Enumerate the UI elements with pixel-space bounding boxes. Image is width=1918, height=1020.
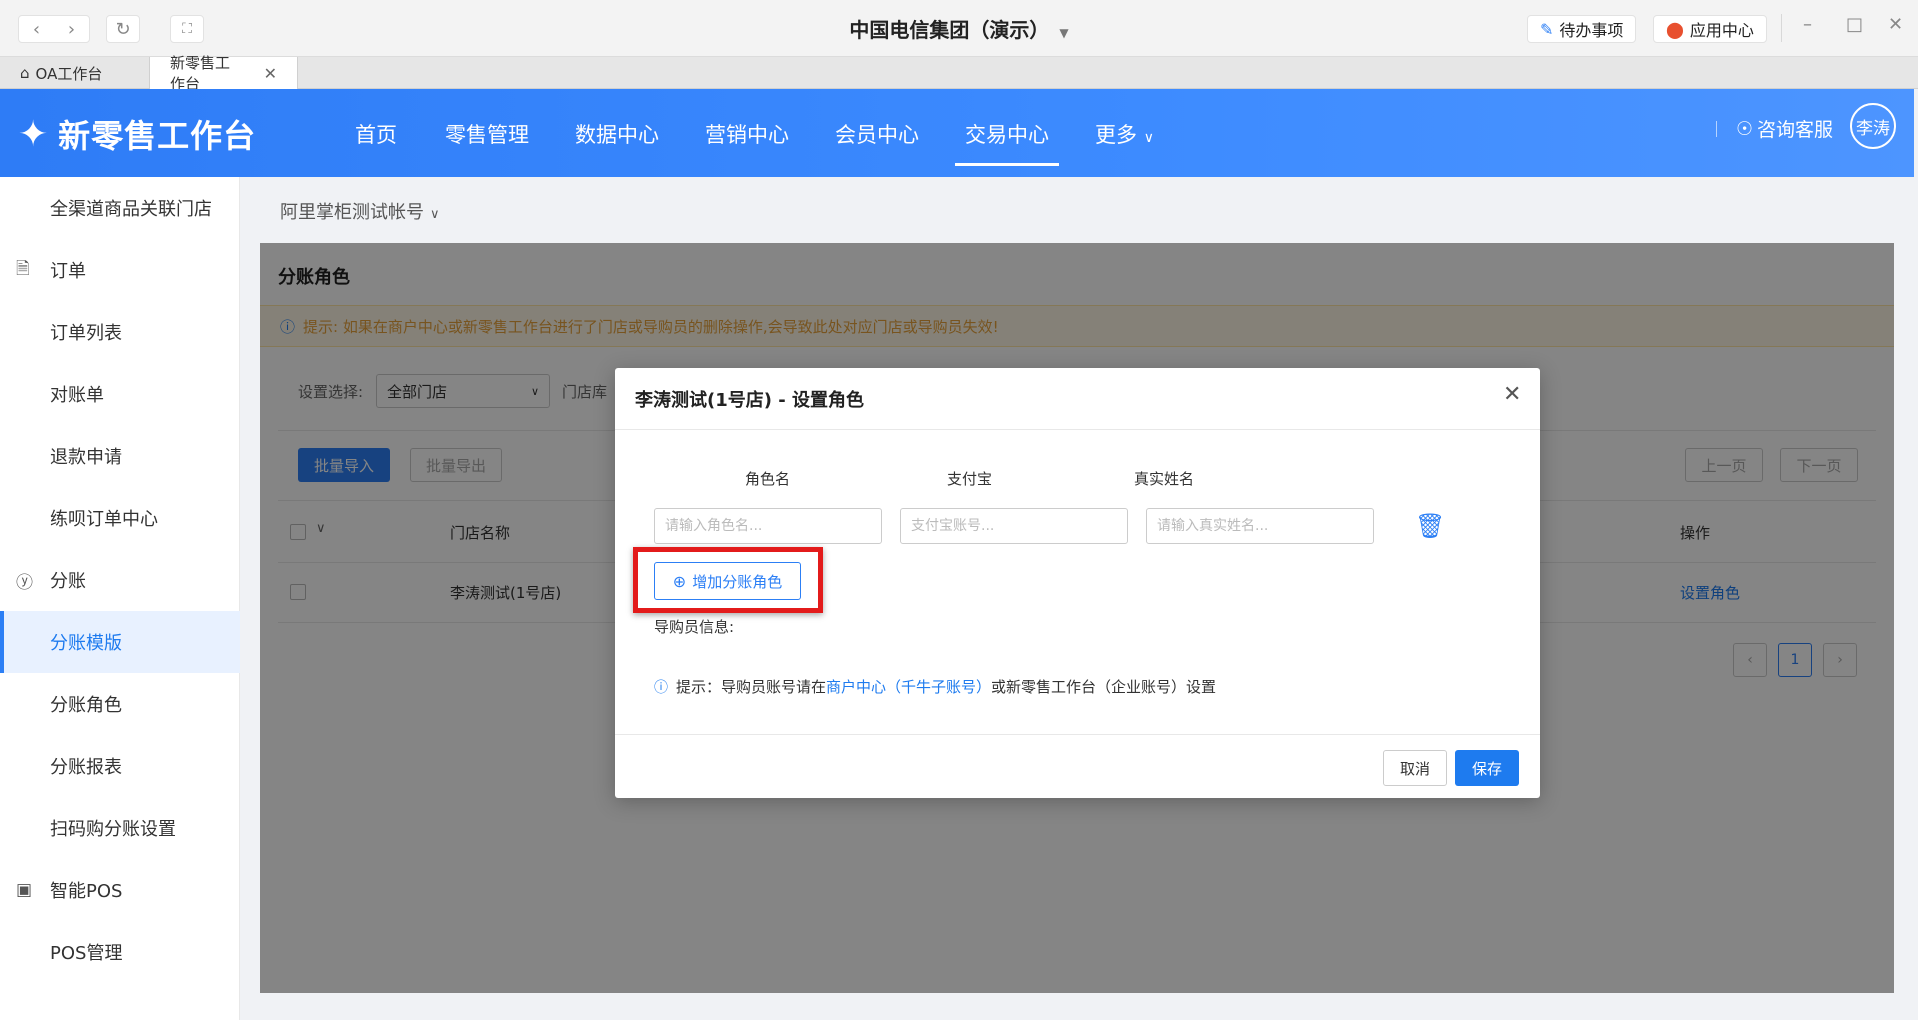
tab-bar: ⌂ OA工作台 新零售工作台 ✕	[0, 54, 1918, 93]
tab-label: OA工作台	[35, 64, 103, 83]
sidebar-item-label: 扫码购分账设置	[50, 819, 176, 840]
sidebar-item-label: 全渠道商品关联门店	[50, 199, 212, 220]
sidebar-item-label: 对账单	[50, 385, 104, 406]
guide-info-label: 导购员信息:	[654, 618, 735, 636]
sidebar-item-split-template[interactable]: 分账模版	[0, 611, 240, 673]
sidebar-item-label: 订单列表	[50, 323, 122, 344]
column-header-role: 角色名	[745, 470, 791, 488]
sidebar-item-pos-management[interactable]: POS管理	[0, 921, 240, 983]
divider	[615, 734, 1540, 735]
app-center-button[interactable]: ⬤ 应用中心	[1653, 15, 1767, 43]
tip-suffix: 或新零售工作台（企业账号）设置	[991, 678, 1217, 696]
save-button[interactable]: 保存	[1455, 750, 1519, 786]
chevron-down-icon: ∨	[1143, 130, 1154, 146]
sidebar-item-label: 分账模版	[50, 633, 122, 654]
yen-icon: ⓨ	[16, 572, 33, 593]
nav-data-center[interactable]: 数据中心	[575, 119, 659, 149]
nav-more-label: 更多	[1095, 123, 1137, 147]
sidebar-group-pos[interactable]: ▣ 智能POS	[0, 859, 240, 921]
divider	[615, 429, 1540, 430]
minimize-icon[interactable]: –	[1803, 14, 1812, 35]
info-icon: ⓘ	[654, 679, 668, 696]
set-role-dialog: 李涛测试(1号店) - 设置角色 ✕ 角色名 支付宝 真实姓名 🗑 ⊕ 增加分账…	[615, 368, 1540, 798]
sidebar-item-refund[interactable]: 退款申请	[0, 425, 240, 487]
cancel-button[interactable]: 取消	[1383, 750, 1447, 786]
titlebar-divider	[1781, 14, 1782, 42]
role-name-input[interactable]	[654, 508, 882, 544]
nav-trade-center[interactable]: 交易中心	[955, 119, 1059, 166]
app-center-label: 应用中心	[1689, 21, 1754, 40]
sidebar-item-split-role[interactable]: 分账角色	[0, 673, 240, 735]
tab-label: 新零售工作台	[170, 54, 231, 93]
customer-service-label: 咨询客服	[1757, 119, 1834, 141]
tab-oa[interactable]: ⌂ OA工作台	[0, 57, 150, 89]
logo[interactable]: ✦ 新零售工作台	[18, 111, 256, 157]
header-divider	[1716, 121, 1717, 137]
sidebar-group-split[interactable]: ⓨ 分账	[0, 549, 240, 611]
alipay-input[interactable]	[900, 508, 1128, 544]
nav-retail-management[interactable]: 零售管理	[445, 119, 529, 149]
customer-service-button[interactable]: ☉ 咨询客服	[1736, 115, 1833, 142]
sidebar-item-label: 智能POS	[50, 881, 123, 902]
highlight-box	[633, 547, 823, 613]
sidebar-item-label: 分账	[50, 571, 86, 592]
logo-icon: ✦	[18, 113, 49, 155]
merchant-center-link[interactable]: 商户中心（千牛子账号）	[826, 676, 991, 697]
sidebar-item-split-report[interactable]: 分账报表	[0, 735, 240, 797]
window-titlebar: ‹ › ↻ ⛶ 中国电信集团（演示） ▼ ✎ 待办事项 ⬤ 应用中心 – □ ✕	[0, 0, 1918, 57]
account-name: 阿里掌柜测试帐号	[280, 202, 424, 223]
sidebar: 全渠道商品关联门店 🗎 订单 订单列表 对账单 退款申请 练呗订单中心 ⓨ 分账 分…	[0, 177, 240, 1020]
app-center-icon: ⬤	[1666, 19, 1684, 39]
sidebar-item-label: 退款申请	[50, 447, 122, 468]
logo-text: 新零售工作台	[58, 117, 257, 155]
home-icon: ⌂	[20, 64, 30, 82]
tip-prefix: 提示：导购员账号请在	[676, 678, 827, 696]
maximize-icon[interactable]: □	[1846, 14, 1863, 35]
sidebar-item-scan-split-settings[interactable]: 扫码购分账设置	[0, 797, 240, 859]
sidebar-item-label: 订单	[50, 261, 86, 282]
window-title-text: 中国电信集团（演示）	[849, 18, 1050, 42]
column-header-alipay: 支付宝	[947, 470, 993, 488]
avatar[interactable]: 李涛	[1850, 103, 1896, 149]
sidebar-item-label: POS管理	[50, 943, 123, 964]
user-name: 李涛	[1856, 118, 1890, 139]
column-header-realname: 真实姓名	[1134, 470, 1195, 488]
sidebar-item-order-center[interactable]: 练呗订单中心	[0, 487, 240, 549]
nav-member-center[interactable]: 会员中心	[835, 119, 919, 149]
todo-button[interactable]: ✎ 待办事项	[1527, 15, 1637, 43]
realname-input[interactable]	[1146, 508, 1374, 544]
headset-icon: ☉	[1736, 117, 1754, 140]
document-icon: 🗎	[16, 258, 30, 279]
close-tab-icon[interactable]: ✕	[264, 64, 277, 83]
nav-marketing-center[interactable]: 营销中心	[705, 119, 789, 149]
app-header: ✦ 新零售工作台 首页 零售管理 数据中心 营销中心 会员中心 交易中心 更多 …	[0, 89, 1914, 177]
trash-icon[interactable]: 🗑	[1415, 512, 1445, 540]
sidebar-item-label: 练呗订单中心	[50, 509, 158, 530]
guide-tip: ⓘ 提示：导购员账号请在 商户中心（千牛子账号） 或新零售工作台（企业账号）设置	[654, 676, 1216, 697]
chevron-down-icon: ∨	[430, 207, 440, 222]
pos-icon: ▣	[16, 880, 33, 900]
nav-home[interactable]: 首页	[355, 119, 397, 149]
close-window-icon[interactable]: ✕	[1888, 14, 1903, 35]
sidebar-item-label: 分账报表	[50, 757, 122, 778]
sidebar-group-orders[interactable]: 🗎 订单	[0, 239, 240, 301]
caret-down-icon: ▼	[1059, 26, 1069, 40]
sidebar-item-omni-channel-store[interactable]: 全渠道商品关联门店	[0, 177, 240, 239]
todo-icon: ✎	[1540, 19, 1554, 39]
dialog-title: 李涛测试(1号店) - 设置角色	[635, 390, 864, 411]
account-selector[interactable]: 阿里掌柜测试帐号 ∨	[280, 198, 440, 224]
todo-label: 待办事项	[1559, 21, 1624, 40]
tab-new-retail[interactable]: 新零售工作台 ✕	[150, 54, 298, 93]
sidebar-item-statement[interactable]: 对账单	[0, 363, 240, 425]
close-icon[interactable]: ✕	[1503, 382, 1521, 407]
sidebar-item-order-list[interactable]: 订单列表	[0, 301, 240, 363]
sidebar-item-label: 分账角色	[50, 695, 122, 716]
nav-more[interactable]: 更多 ∨	[1095, 119, 1154, 149]
